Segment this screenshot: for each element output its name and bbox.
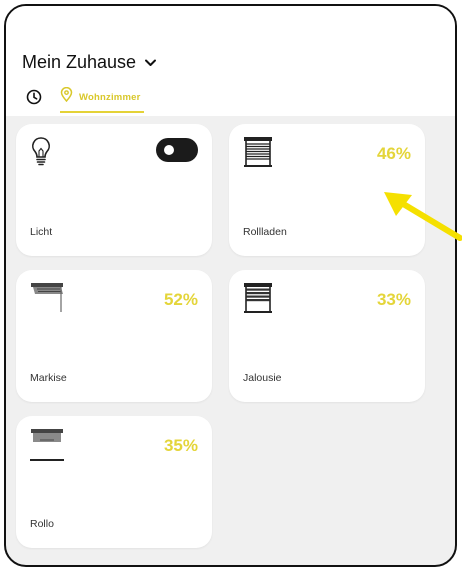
device-card-markise[interactable]: 52% Markise [16, 270, 212, 402]
app-frame: Mein Zuhause Wohnzimmer Licht 46% Rollla… [4, 4, 457, 567]
clock-icon [26, 89, 42, 110]
position-value: 52% [163, 290, 198, 309]
home-selector[interactable]: Mein Zuhause [22, 52, 157, 73]
chevron-down-icon [144, 56, 157, 69]
header: Mein Zuhause Wohnzimmer [6, 6, 455, 116]
light-bulb-icon [30, 136, 52, 173]
position-value: 46% [376, 144, 411, 163]
venetian-blind-icon [243, 282, 273, 319]
device-name: Jalousie [243, 372, 282, 384]
awning-icon [30, 282, 64, 319]
device-name: Markise [30, 372, 67, 384]
roller-blind-icon [30, 428, 64, 467]
location-pin-icon [60, 86, 73, 107]
tab-room[interactable]: Wohnzimmer [60, 86, 145, 113]
device-name: Rollo [30, 518, 54, 530]
annotation-arrow-icon [378, 186, 462, 247]
device-name: Rollladen [243, 226, 287, 238]
position-value: 33% [376, 290, 411, 309]
device-card-licht[interactable]: Licht [16, 124, 212, 256]
tab-room-label: Wohnzimmer [79, 91, 141, 103]
toggle-knob [164, 145, 174, 155]
tab-history[interactable] [26, 87, 42, 113]
light-toggle[interactable] [156, 138, 198, 162]
roller-shutter-icon [243, 136, 273, 173]
tab-bar: Wohnzimmer [26, 86, 145, 113]
device-card-jalousie[interactable]: 33% Jalousie [229, 270, 425, 402]
device-card-rollo[interactable]: 35% Rollo [16, 416, 212, 548]
page-title: Mein Zuhause [22, 52, 137, 72]
device-name: Licht [30, 226, 53, 238]
position-value: 35% [163, 436, 198, 455]
